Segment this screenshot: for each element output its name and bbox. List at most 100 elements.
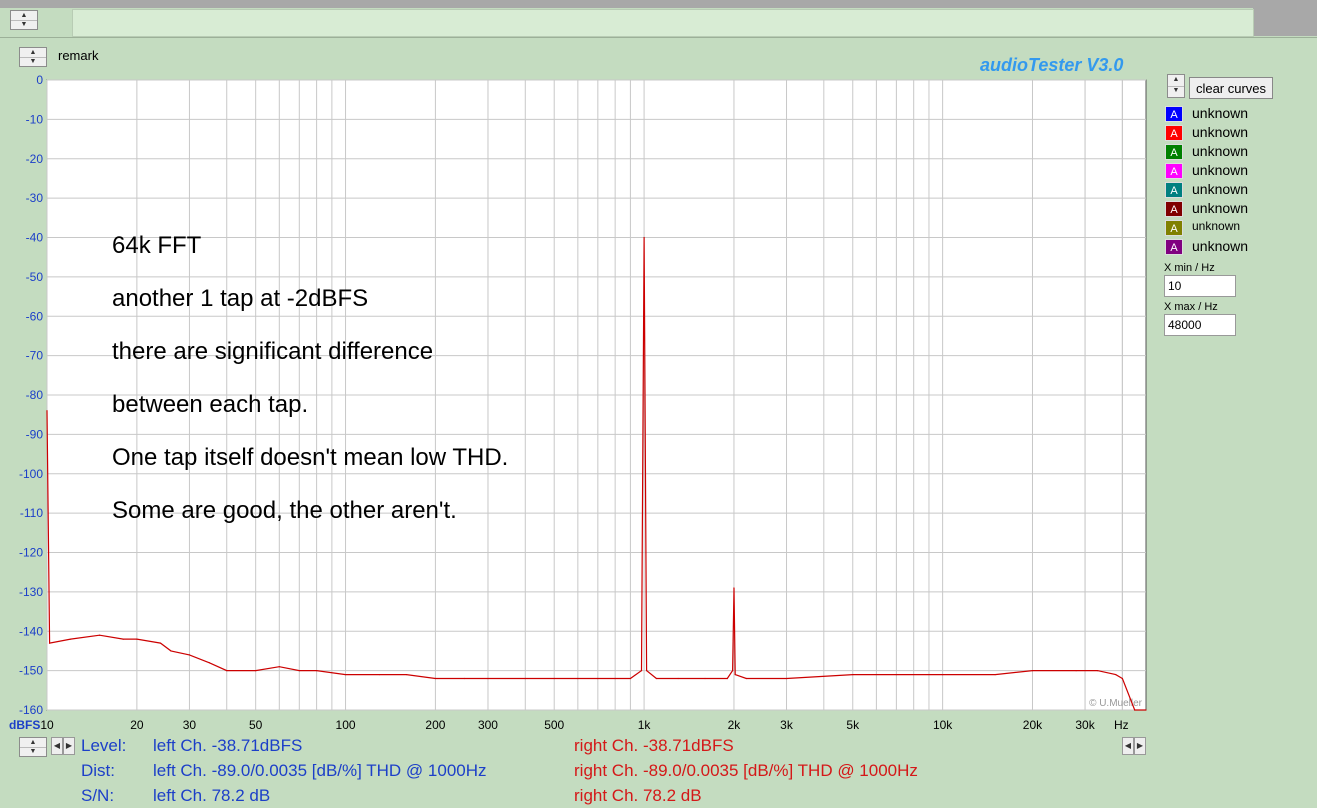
left-sn-value: left Ch. 78.2 dB	[153, 786, 271, 805]
data-point	[1145, 709, 1147, 711]
y-tick-label: -130	[19, 585, 43, 599]
data-point	[159, 642, 162, 644]
data-point	[733, 587, 735, 589]
data-point	[278, 666, 280, 668]
curve-swatch[interactable]: A	[1165, 144, 1183, 160]
data-point	[677, 677, 679, 680]
data-point	[136, 638, 138, 640]
data-point	[745, 677, 747, 680]
scroll-left-icon[interactable]: ◀	[51, 737, 63, 755]
legend-label: unknown	[1192, 124, 1249, 140]
curve-swatch[interactable]: A	[1165, 125, 1183, 141]
x-axis-label: Hz	[1114, 718, 1129, 732]
data-point	[785, 677, 788, 680]
legend-label: unknown	[1192, 105, 1249, 121]
right-dist-value: right Ch. -89.0/0.0035 [dB/%] THD @ 1000…	[574, 761, 918, 780]
x-tick-label: 30	[183, 718, 197, 732]
x-tick-label: 10k	[933, 718, 953, 732]
data-point	[405, 673, 408, 676]
data-point	[597, 677, 599, 680]
y-tick-label: -140	[19, 624, 43, 638]
xmin-input[interactable]	[1164, 275, 1236, 297]
xmax-input[interactable]	[1164, 314, 1236, 336]
curve-spinner[interactable]: ▲ ▼	[1167, 74, 1185, 98]
data-point	[344, 673, 347, 676]
copyright-watermark: © U.Mueller	[1089, 698, 1143, 709]
scroll-right-icon[interactable]: ▶	[63, 737, 75, 755]
legend-label: unknown	[1192, 219, 1241, 233]
curve-swatch[interactable]: A	[1165, 239, 1183, 255]
y-tick-label: -70	[26, 349, 44, 363]
curve-swatch[interactable]: A	[1165, 182, 1183, 198]
y-axis-label: dBFS	[9, 718, 40, 732]
curve-swatch[interactable]: A	[1165, 201, 1183, 217]
data-point	[732, 670, 734, 672]
data-point	[640, 670, 643, 672]
data-point	[208, 662, 211, 664]
y-tick-label: -100	[19, 467, 43, 481]
data-point	[48, 642, 51, 644]
x-tick-label: 100	[336, 718, 356, 732]
xmax-label: X max / Hz	[1164, 301, 1218, 313]
annotation-line: another 1 tap at -2dBFS	[112, 285, 369, 312]
legend-label: unknown	[1192, 181, 1249, 197]
y-tick-label: -60	[26, 309, 44, 323]
x-tick-label: 5k	[846, 718, 860, 732]
clear-curves-button[interactable]: clear curves	[1189, 77, 1273, 99]
y-tick-label: -110	[20, 506, 43, 520]
x-tick-label: 1k	[638, 718, 652, 732]
y-tick-label: -80	[26, 388, 44, 402]
y-tick-label: -160	[19, 703, 43, 717]
data-point	[524, 677, 526, 680]
data-point	[487, 677, 489, 680]
annotation-line: between each tap.	[112, 391, 309, 418]
data-point	[46, 410, 48, 412]
x-tick-label: 30k	[1075, 718, 1095, 732]
legend-label: unknown	[1192, 238, 1249, 254]
y-tick-label: -90	[26, 427, 44, 441]
x-tick-label: 50	[249, 718, 263, 732]
data-point	[629, 677, 632, 680]
x-tick-label: 200	[425, 718, 445, 732]
data-point	[1075, 670, 1077, 672]
readout-spinner[interactable]: ▲ ▼	[19, 737, 47, 757]
right-level-value: right Ch. -38.71dBFS	[574, 736, 734, 755]
y-tick-label: 0	[36, 73, 43, 87]
y-tick-label: -50	[26, 270, 44, 284]
scroll-left-icon[interactable]: ◀	[1122, 737, 1134, 755]
data-point	[188, 654, 191, 656]
data-point	[316, 670, 318, 672]
data-point	[895, 673, 897, 676]
curve-swatch[interactable]: A	[1165, 106, 1183, 122]
annotation-line: 64k FFT	[112, 232, 202, 259]
xmin-label: X min / Hz	[1164, 262, 1215, 274]
scroll-right-icon[interactable]: ▶	[1134, 737, 1146, 755]
data-point	[1096, 670, 1099, 672]
x-tick-label: 2k	[728, 718, 742, 732]
legend-label: unknown	[1192, 162, 1249, 178]
curve-swatch[interactable]: A	[1165, 163, 1183, 179]
curve-swatch[interactable]: A	[1165, 220, 1183, 236]
data-point	[298, 670, 300, 672]
data-point	[577, 677, 579, 680]
data-point	[1134, 709, 1136, 711]
data-point	[226, 670, 228, 672]
data-point	[170, 650, 172, 652]
x-tick-label: 20k	[1023, 718, 1043, 732]
data-point	[1115, 673, 1117, 676]
spin-down-icon[interactable]: ▼	[1168, 86, 1184, 97]
left-dist-value: left Ch. -89.0/0.0035 [dB/%] THD @ 1000H…	[153, 761, 487, 780]
spin-down-icon[interactable]: ▼	[20, 747, 46, 756]
annotation-line: One tap itself doesn't mean low THD.	[112, 444, 509, 471]
x-tick-label: 20	[130, 718, 144, 732]
data-point	[942, 673, 944, 676]
y-tick-label: -20	[26, 152, 44, 166]
data-point	[726, 677, 728, 680]
x-tick-label: 10	[40, 718, 54, 732]
x-tick-label: 3k	[780, 718, 794, 732]
data-point	[655, 677, 658, 680]
x-tick-label: 300	[478, 718, 498, 732]
data-point	[122, 638, 124, 640]
y-tick-label: -40	[26, 231, 44, 245]
data-point	[463, 677, 465, 680]
